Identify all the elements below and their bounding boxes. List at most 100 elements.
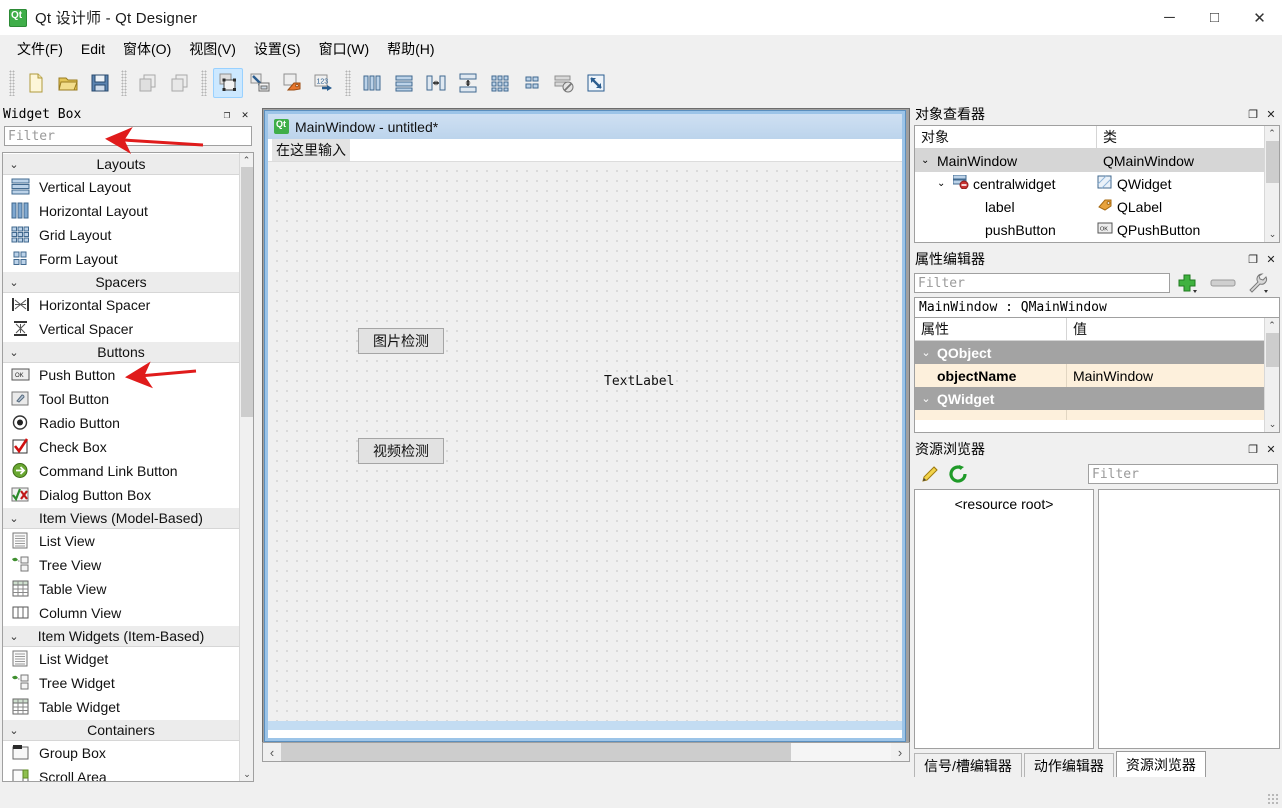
- menu-file[interactable]: 文件(F): [8, 36, 72, 62]
- widget-item-column-view[interactable]: Column View: [3, 601, 239, 625]
- close-icon[interactable]: ✕: [1264, 252, 1278, 266]
- scroll-down-icon[interactable]: ⌄: [1265, 227, 1279, 242]
- float-icon[interactable]: ❐: [1246, 442, 1260, 456]
- widget-item-form-layout[interactable]: Form Layout: [3, 247, 239, 271]
- wrench-icon[interactable]: [1242, 272, 1274, 294]
- hscroll-thumb[interactable]: [281, 743, 791, 761]
- object-row-label[interactable]: label QLabel: [915, 195, 1279, 218]
- open-form-icon[interactable]: [53, 68, 83, 98]
- close-icon[interactable]: ✕: [1264, 442, 1278, 456]
- widget-item-push-button[interactable]: OK Push Button: [3, 363, 239, 387]
- menu-form[interactable]: 窗体(O): [114, 36, 180, 62]
- form-menu-bar[interactable]: 在这里输入: [268, 139, 902, 162]
- widget-item-table-widget[interactable]: Table Widget: [3, 695, 239, 719]
- float-icon[interactable]: ❐: [1246, 107, 1260, 121]
- menu-edit[interactable]: Edit: [72, 38, 114, 60]
- widget-category-spacers[interactable]: ⌄ Spacers: [3, 271, 239, 293]
- save-form-icon[interactable]: [85, 68, 115, 98]
- copy-icon[interactable]: [133, 68, 163, 98]
- widget-item-list-view[interactable]: List View: [3, 529, 239, 553]
- widget-item-vertical-layout[interactable]: Vertical Layout: [3, 175, 239, 199]
- edit-widgets-icon[interactable]: [213, 67, 243, 98]
- toolbar-grip-4[interactable]: [345, 69, 351, 96]
- resize-grip[interactable]: [1267, 793, 1279, 805]
- widget-item-tool-button[interactable]: Tool Button: [3, 387, 239, 411]
- scroll-right-icon[interactable]: ›: [891, 743, 909, 761]
- scroll-down-icon[interactable]: ⌄: [240, 767, 253, 781]
- tab-action-editor[interactable]: 动作编辑器: [1023, 753, 1114, 777]
- edit-buddies-icon[interactable]: [277, 68, 307, 98]
- edit-tab-order-icon[interactable]: 123: [309, 68, 339, 98]
- widget-box-scrollbar[interactable]: ⌃ ⌄: [239, 153, 253, 781]
- resource-root-label[interactable]: <resource root>: [955, 496, 1054, 512]
- property-value[interactable]: MainWindow: [1067, 364, 1279, 387]
- property-editor-table[interactable]: 属性 值 ⌄ QObject objectName MainWindow ⌄ Q…: [914, 317, 1280, 433]
- widget-box-filter-input[interactable]: Filter: [4, 126, 252, 146]
- workspace-horizontal-scrollbar[interactable]: ‹ ›: [262, 742, 910, 762]
- minimize-button[interactable]: ─: [1147, 0, 1192, 35]
- scroll-up-icon[interactable]: ⌃: [1265, 318, 1279, 333]
- form-menu-placeholder[interactable]: 在这里输入: [272, 139, 350, 161]
- property-group-qobject[interactable]: ⌄ QObject: [915, 341, 1279, 364]
- widget-category-buttons[interactable]: ⌄ Buttons: [3, 341, 239, 363]
- menu-help[interactable]: 帮助(H): [378, 36, 443, 62]
- scroll-up-icon[interactable]: ⌃: [240, 153, 253, 167]
- widget-item-horizontal-spacer[interactable]: Horizontal Spacer: [3, 293, 239, 317]
- widget-item-tree-widget[interactable]: Tree Widget: [3, 671, 239, 695]
- form-push-button-video-detect[interactable]: 视频检测: [358, 438, 444, 464]
- close-icon[interactable]: ✕: [1264, 107, 1278, 121]
- object-row-mainwindow[interactable]: ⌄ MainWindow QMainWindow: [915, 149, 1279, 172]
- widget-item-table-view[interactable]: Table View: [3, 577, 239, 601]
- resource-tree[interactable]: <resource root>: [914, 489, 1094, 749]
- property-group-qwidget[interactable]: ⌄ QWidget: [915, 387, 1279, 410]
- scrollbar-thumb[interactable]: [241, 167, 253, 417]
- layout-vertically-icon[interactable]: [389, 68, 419, 98]
- scrollbar-thumb[interactable]: [1266, 333, 1279, 367]
- property-row-objectname[interactable]: objectName MainWindow: [915, 364, 1279, 387]
- widget-item-dialog-button-box[interactable]: Dialog Button Box: [3, 483, 239, 507]
- widget-category-containers[interactable]: ⌄ Containers: [3, 719, 239, 741]
- layout-grid-icon[interactable]: [485, 68, 515, 98]
- widget-item-command-link-button[interactable]: Command Link Button: [3, 459, 239, 483]
- widget-item-horizontal-layout[interactable]: Horizontal Layout: [3, 199, 239, 223]
- widget-item-scroll-area[interactable]: Scroll Area: [3, 765, 239, 781]
- toolbar-grip-3[interactable]: [201, 69, 207, 96]
- scroll-down-icon[interactable]: ⌄: [1265, 417, 1279, 432]
- toolbar-grip-2[interactable]: [121, 69, 127, 96]
- widget-category-layouts[interactable]: ⌄ Layouts: [3, 153, 239, 175]
- layout-splitter-vertical-icon[interactable]: [453, 68, 483, 98]
- form-window[interactable]: MainWindow - untitled* 在这里输入 图片检测 TextLa…: [265, 111, 905, 741]
- chevron-down-icon[interactable]: ⌄: [937, 178, 953, 189]
- chevron-down-icon[interactable]: ⌄: [921, 155, 937, 166]
- float-icon[interactable]: ❐: [1246, 252, 1260, 266]
- object-inspector-scrollbar[interactable]: ⌃ ⌄: [1264, 126, 1279, 242]
- tab-signal-slot-editor[interactable]: 信号/槽编辑器: [914, 753, 1022, 777]
- property-filter-input[interactable]: Filter: [914, 273, 1170, 293]
- adjust-size-icon[interactable]: [581, 68, 611, 98]
- reload-refresh-icon[interactable]: [948, 464, 976, 484]
- menu-settings[interactable]: 设置(S): [245, 36, 310, 62]
- pencil-edit-icon[interactable]: [920, 464, 948, 484]
- menu-view[interactable]: 视图(V): [180, 36, 245, 62]
- widget-category-item-views[interactable]: ⌄ Item Views (Model-Based): [3, 507, 239, 529]
- scrollbar-thumb[interactable]: [1266, 141, 1279, 183]
- widget-item-group-box[interactable]: Group Box: [3, 741, 239, 765]
- widget-box-list[interactable]: ⌄ Layouts Vertical Layout Horizontal Lay…: [2, 152, 254, 782]
- widget-category-item-widgets[interactable]: ⌄ Item Widgets (Item-Based): [3, 625, 239, 647]
- form-canvas[interactable]: 图片检测 TextLabel 视频检测: [268, 162, 902, 730]
- scroll-up-icon[interactable]: ⌃: [1265, 126, 1279, 141]
- chevron-down-icon[interactable]: ⌄: [915, 392, 937, 405]
- close-button[interactable]: ✕: [1237, 0, 1282, 35]
- widget-item-vertical-spacer[interactable]: Vertical Spacer: [3, 317, 239, 341]
- property-editor-scrollbar[interactable]: ⌃ ⌄: [1264, 318, 1279, 432]
- property-row-partial[interactable]: [915, 410, 1279, 420]
- object-inspector-tree[interactable]: 对象 类 ⌄ MainWindow QMainWindow ⌄ centralw…: [914, 125, 1280, 243]
- tab-resource-browser[interactable]: 资源浏览器: [1115, 751, 1206, 777]
- break-layout-icon[interactable]: [549, 68, 579, 98]
- object-row-pushbutton[interactable]: pushButton OK QPushButton: [915, 218, 1279, 241]
- resource-preview-pane[interactable]: [1098, 489, 1280, 749]
- add-plus-icon[interactable]: [1170, 272, 1204, 294]
- remove-minus-icon[interactable]: [1204, 277, 1242, 289]
- chevron-down-icon[interactable]: ⌄: [915, 346, 937, 359]
- float-icon[interactable]: ❐: [220, 107, 234, 121]
